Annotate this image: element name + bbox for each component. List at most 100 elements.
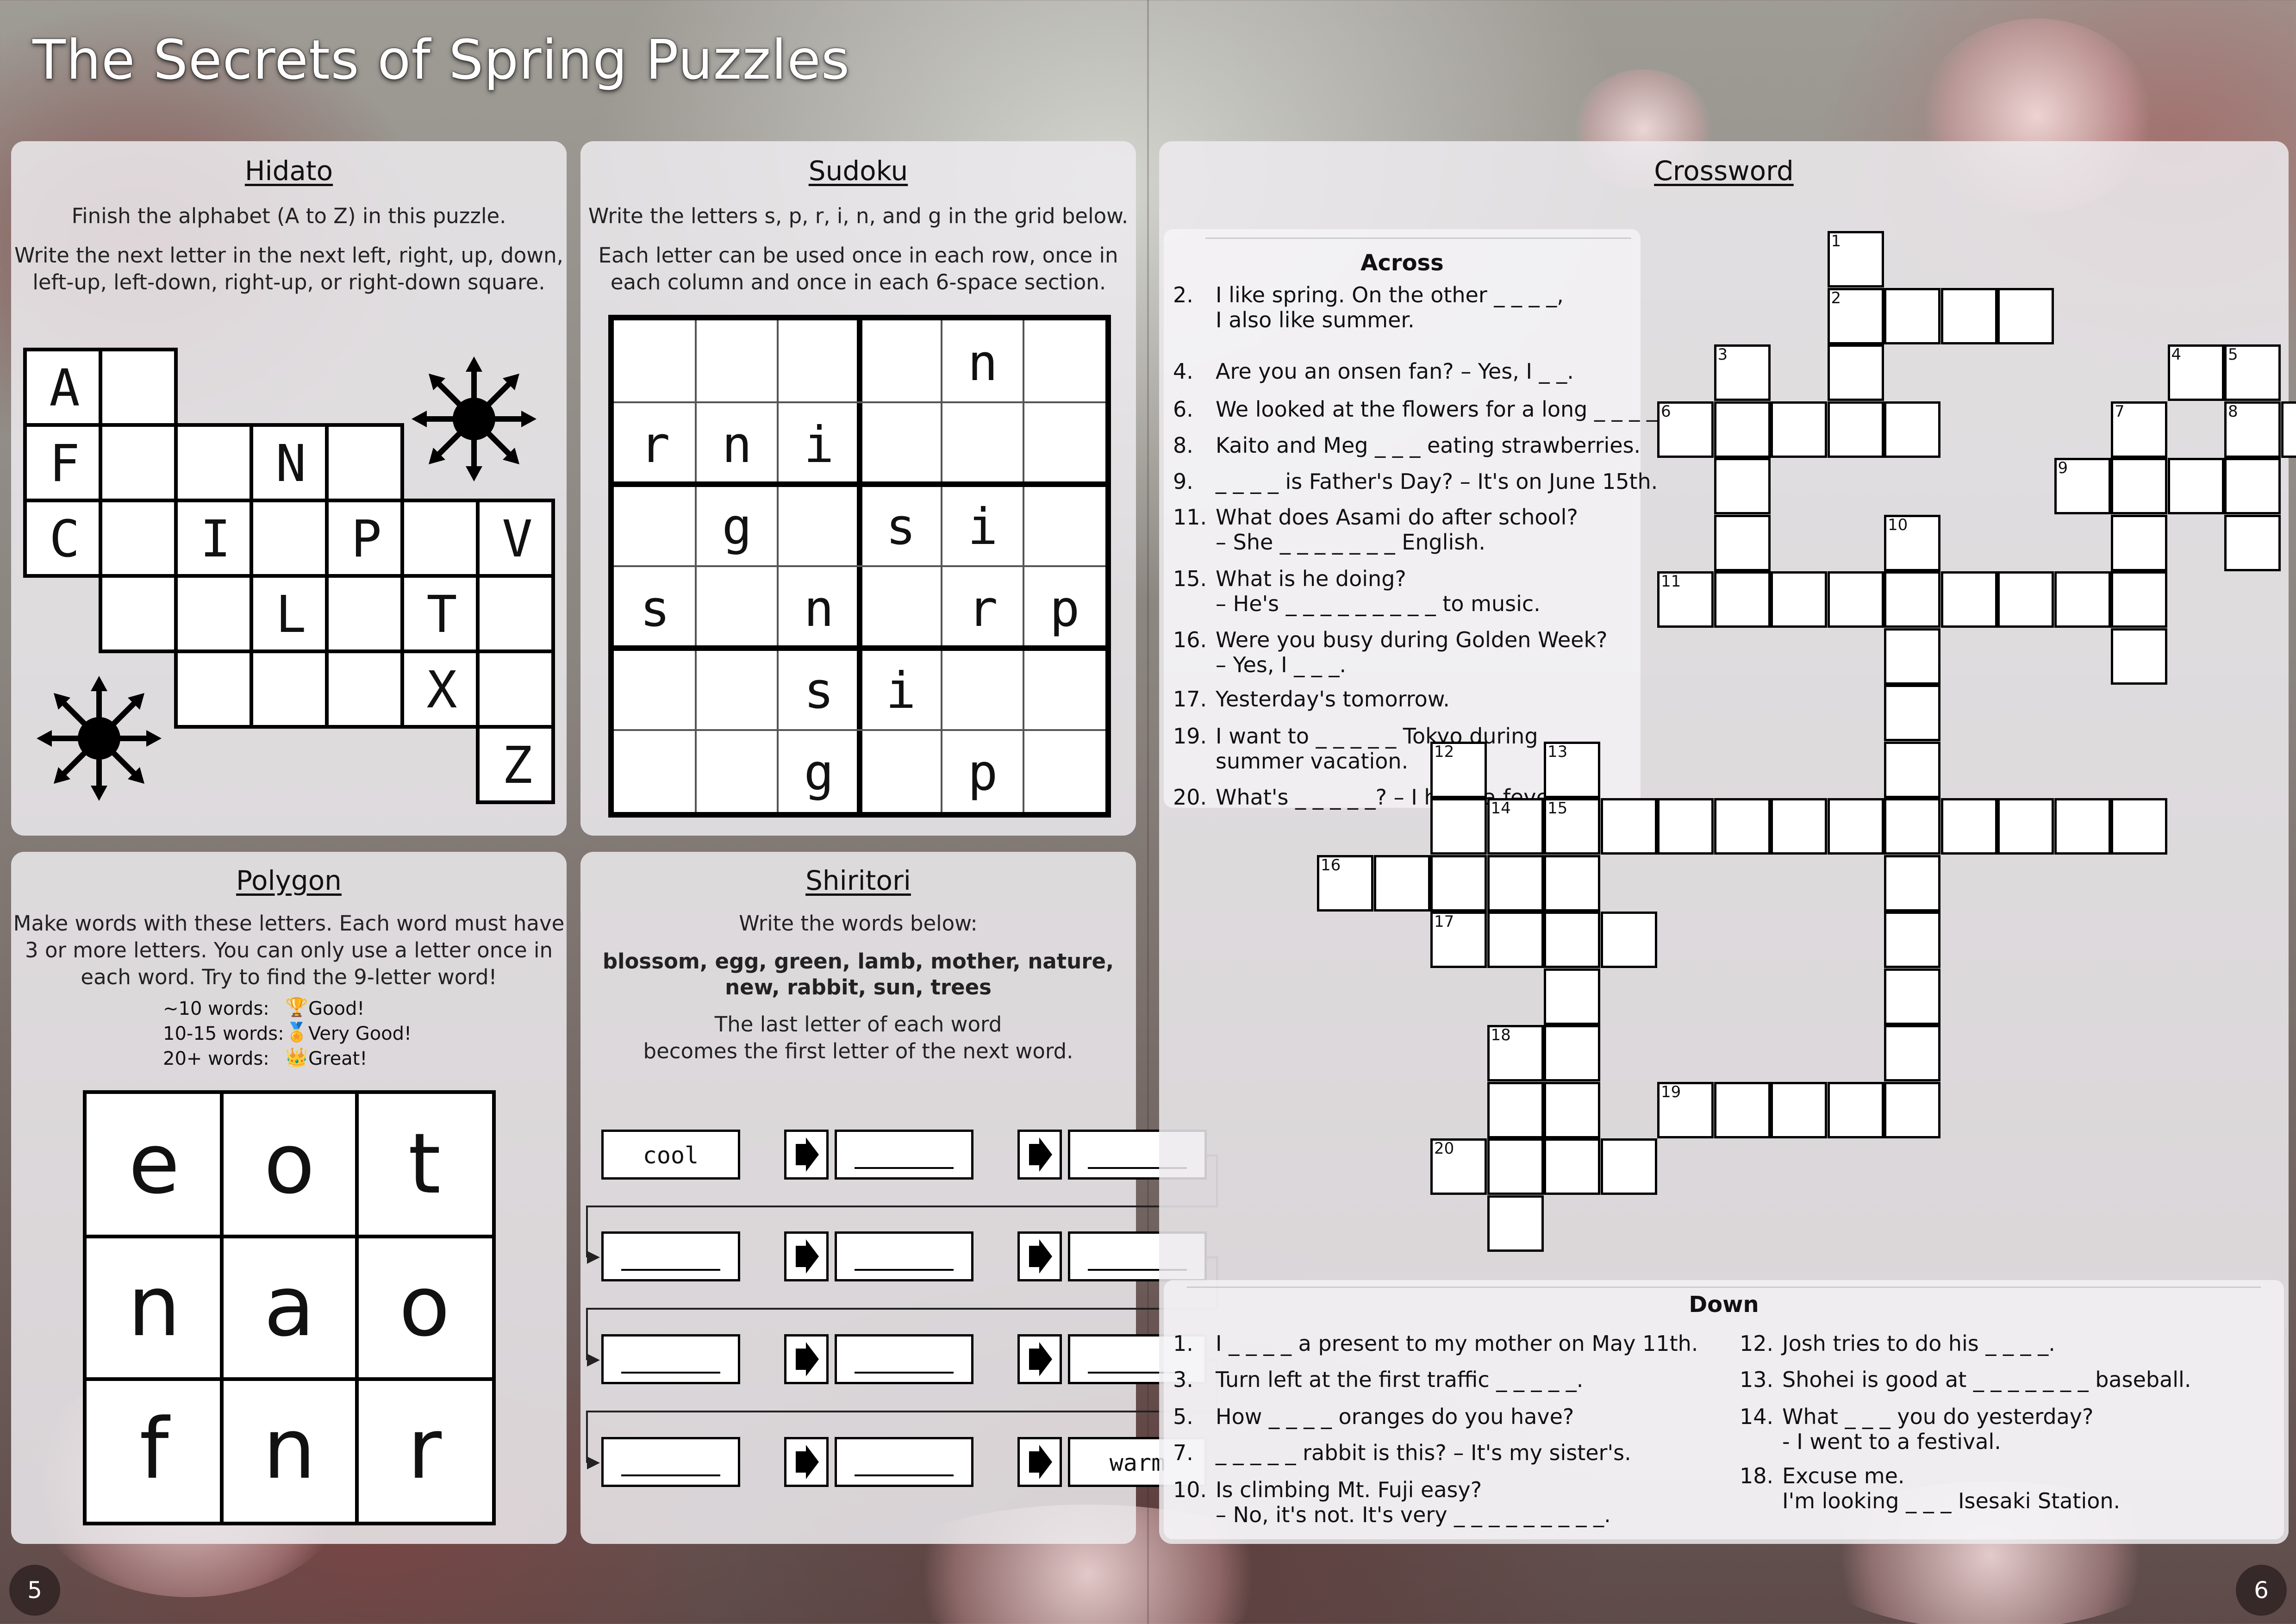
sudoku-gridline-h	[614, 565, 1105, 567]
crossword-cell	[2281, 401, 2296, 458]
rating-label: Good!	[308, 998, 365, 1019]
crossword-cell	[1884, 628, 1940, 685]
arrow-right-icon	[1017, 1437, 1062, 1487]
crossword-cell	[2167, 458, 2224, 514]
rating-label: Great!	[308, 1048, 368, 1069]
hidato-cell: F	[23, 423, 102, 502]
across-divider	[1205, 237, 1631, 239]
medal-icon: 🏅	[285, 1022, 308, 1043]
shiritori-word-box	[601, 1437, 740, 1487]
hidato-cell: Z	[476, 725, 555, 804]
hidato-instruction-2: Write the next letter in the next left, …	[14, 243, 563, 268]
hidato-letter: T	[426, 585, 457, 644]
crossword-cell	[2224, 514, 2281, 571]
down-clue: 14. What _ _ _ you do yesterday? - I went …	[1740, 1404, 2272, 1455]
down-clue: 10. Is climbing Mt. Fuji easy? – No, it's …	[1173, 1477, 1728, 1528]
arrow-right-icon	[784, 1334, 829, 1384]
hidato-letter: P	[351, 509, 382, 568]
crossword-panel: Crossword Across 2. I like spring. On the…	[1159, 141, 2296, 1544]
shiritori-word-box: cool	[601, 1130, 740, 1180]
sudoku-instruction-2: Each letter can be used once in each row…	[598, 243, 1118, 268]
crossword-cell	[1714, 514, 1771, 571]
polygon-instruction-1: Make words with these letters. Each word…	[13, 911, 565, 936]
crossword-cell	[1544, 1025, 1600, 1081]
hidato-cell: C	[23, 499, 102, 578]
book-title: The Secrets of Spring Puzzles	[32, 28, 850, 92]
hidato-cell	[174, 650, 253, 729]
arrow-right-icon	[1017, 1334, 1062, 1384]
crossword-number: 18	[1491, 1026, 1511, 1044]
crossword-cell	[1997, 571, 2054, 628]
sudoku-letter: s	[886, 498, 916, 556]
shiritori-word-box	[601, 1334, 740, 1384]
crossword-cell	[1487, 1138, 1544, 1195]
arrow-right-icon	[784, 1231, 829, 1281]
across-clue: 15. What is he doing? – He's _ _ _ _ _ _ _…	[1173, 566, 1636, 617]
crossword-cell	[2111, 458, 2167, 514]
hidato-letter: F	[49, 434, 80, 493]
clue-number: 20.	[1173, 785, 1207, 810]
crossword-cell	[1544, 968, 1600, 1025]
crossword-number: 1	[1831, 232, 1841, 250]
crossword-cell	[1884, 1081, 1940, 1138]
hidato-cell	[174, 574, 253, 653]
polygon-grid: eotnaofnr	[83, 1090, 496, 1525]
crossword-number: 7	[2115, 402, 2125, 421]
clue-text: _ _ _ _ is Father's Day? – It's on June …	[1216, 469, 1658, 494]
crossword-number: 11	[1661, 572, 1681, 591]
clue-number: 19.	[1173, 724, 1207, 749]
crossword-number: 16	[1321, 856, 1341, 874]
sudoku-letter: s	[640, 580, 670, 638]
clue-number: 6.	[1173, 397, 1193, 422]
clue-text: What does Asami do after school?	[1216, 505, 1578, 530]
clue-number: 2.	[1173, 282, 1193, 307]
page-number-right: 6	[2236, 1565, 2287, 1616]
clue-number: 12.	[1740, 1331, 1774, 1356]
crossword-cell	[1600, 1138, 1657, 1195]
clue-text: What _ _ _ you do yesterday?	[1782, 1404, 2094, 1429]
polygon-title: Polygon	[236, 865, 342, 896]
sudoku-gridline-h	[614, 729, 1105, 731]
crossword-cell	[1714, 798, 1771, 855]
crossword-cell	[1884, 685, 1940, 741]
rating-label: Very Good!	[308, 1023, 412, 1044]
compass-icon	[412, 356, 537, 481]
polygon-letter: a	[263, 1258, 315, 1355]
polygon-letter: o	[399, 1258, 450, 1355]
shiritori-word-box	[835, 1130, 973, 1180]
crossword-cell	[2054, 798, 2111, 855]
answer-blank	[855, 1372, 954, 1374]
crossword-number: 19	[1661, 1082, 1681, 1101]
polygon-letter: f	[139, 1401, 169, 1498]
sudoku-letter: r	[967, 580, 998, 638]
crossword-cell	[1884, 741, 1940, 798]
connector-line	[586, 1308, 588, 1360]
shiritori-word-box	[835, 1231, 973, 1281]
clue-number: 5.	[1173, 1404, 1193, 1429]
sudoku-instruction-3: each column and once in each 6-space sec…	[610, 270, 1106, 294]
rating-range: 10-15 words:	[163, 1023, 284, 1044]
crossword-number: 3	[1717, 345, 1728, 364]
clue-text: I'm looking _ _ _ Isesaki Station.	[1782, 1488, 2121, 1513]
crossword-cell	[1884, 855, 1940, 912]
hidato-cell	[99, 423, 178, 502]
clue-text: – No, it's not. It's very _ _ _ _ _ _ _ …	[1216, 1502, 1611, 1527]
crossword-number: 20	[1434, 1139, 1454, 1158]
crossword-cell	[1997, 798, 2054, 855]
clue-text: We looked at the flowers for a long _ _ …	[1216, 397, 1664, 422]
crossword-number: 4	[2171, 345, 2182, 364]
hidato-cell	[250, 650, 329, 729]
hidato-cell	[99, 348, 178, 427]
hidato-cell: N	[250, 423, 329, 502]
hidato-letter: Z	[502, 736, 533, 795]
page-number-left: 5	[9, 1565, 60, 1616]
hidato-letter: X	[426, 660, 457, 719]
crossword-number: 10	[1888, 515, 1908, 534]
crossword-cell	[1487, 912, 1544, 968]
sudoku-panel: Sudoku Write the letters s, p, r, i, n, …	[580, 141, 1136, 836]
across-clue: 11. What does Asami do after school? – She…	[1173, 505, 1636, 556]
crossword-cell	[1714, 401, 1771, 458]
sudoku-title: Sudoku	[808, 155, 908, 187]
crossword-cell	[1714, 571, 1771, 628]
clue-text: Turn left at the first traffic _ _ _ _ _…	[1216, 1367, 1584, 1392]
